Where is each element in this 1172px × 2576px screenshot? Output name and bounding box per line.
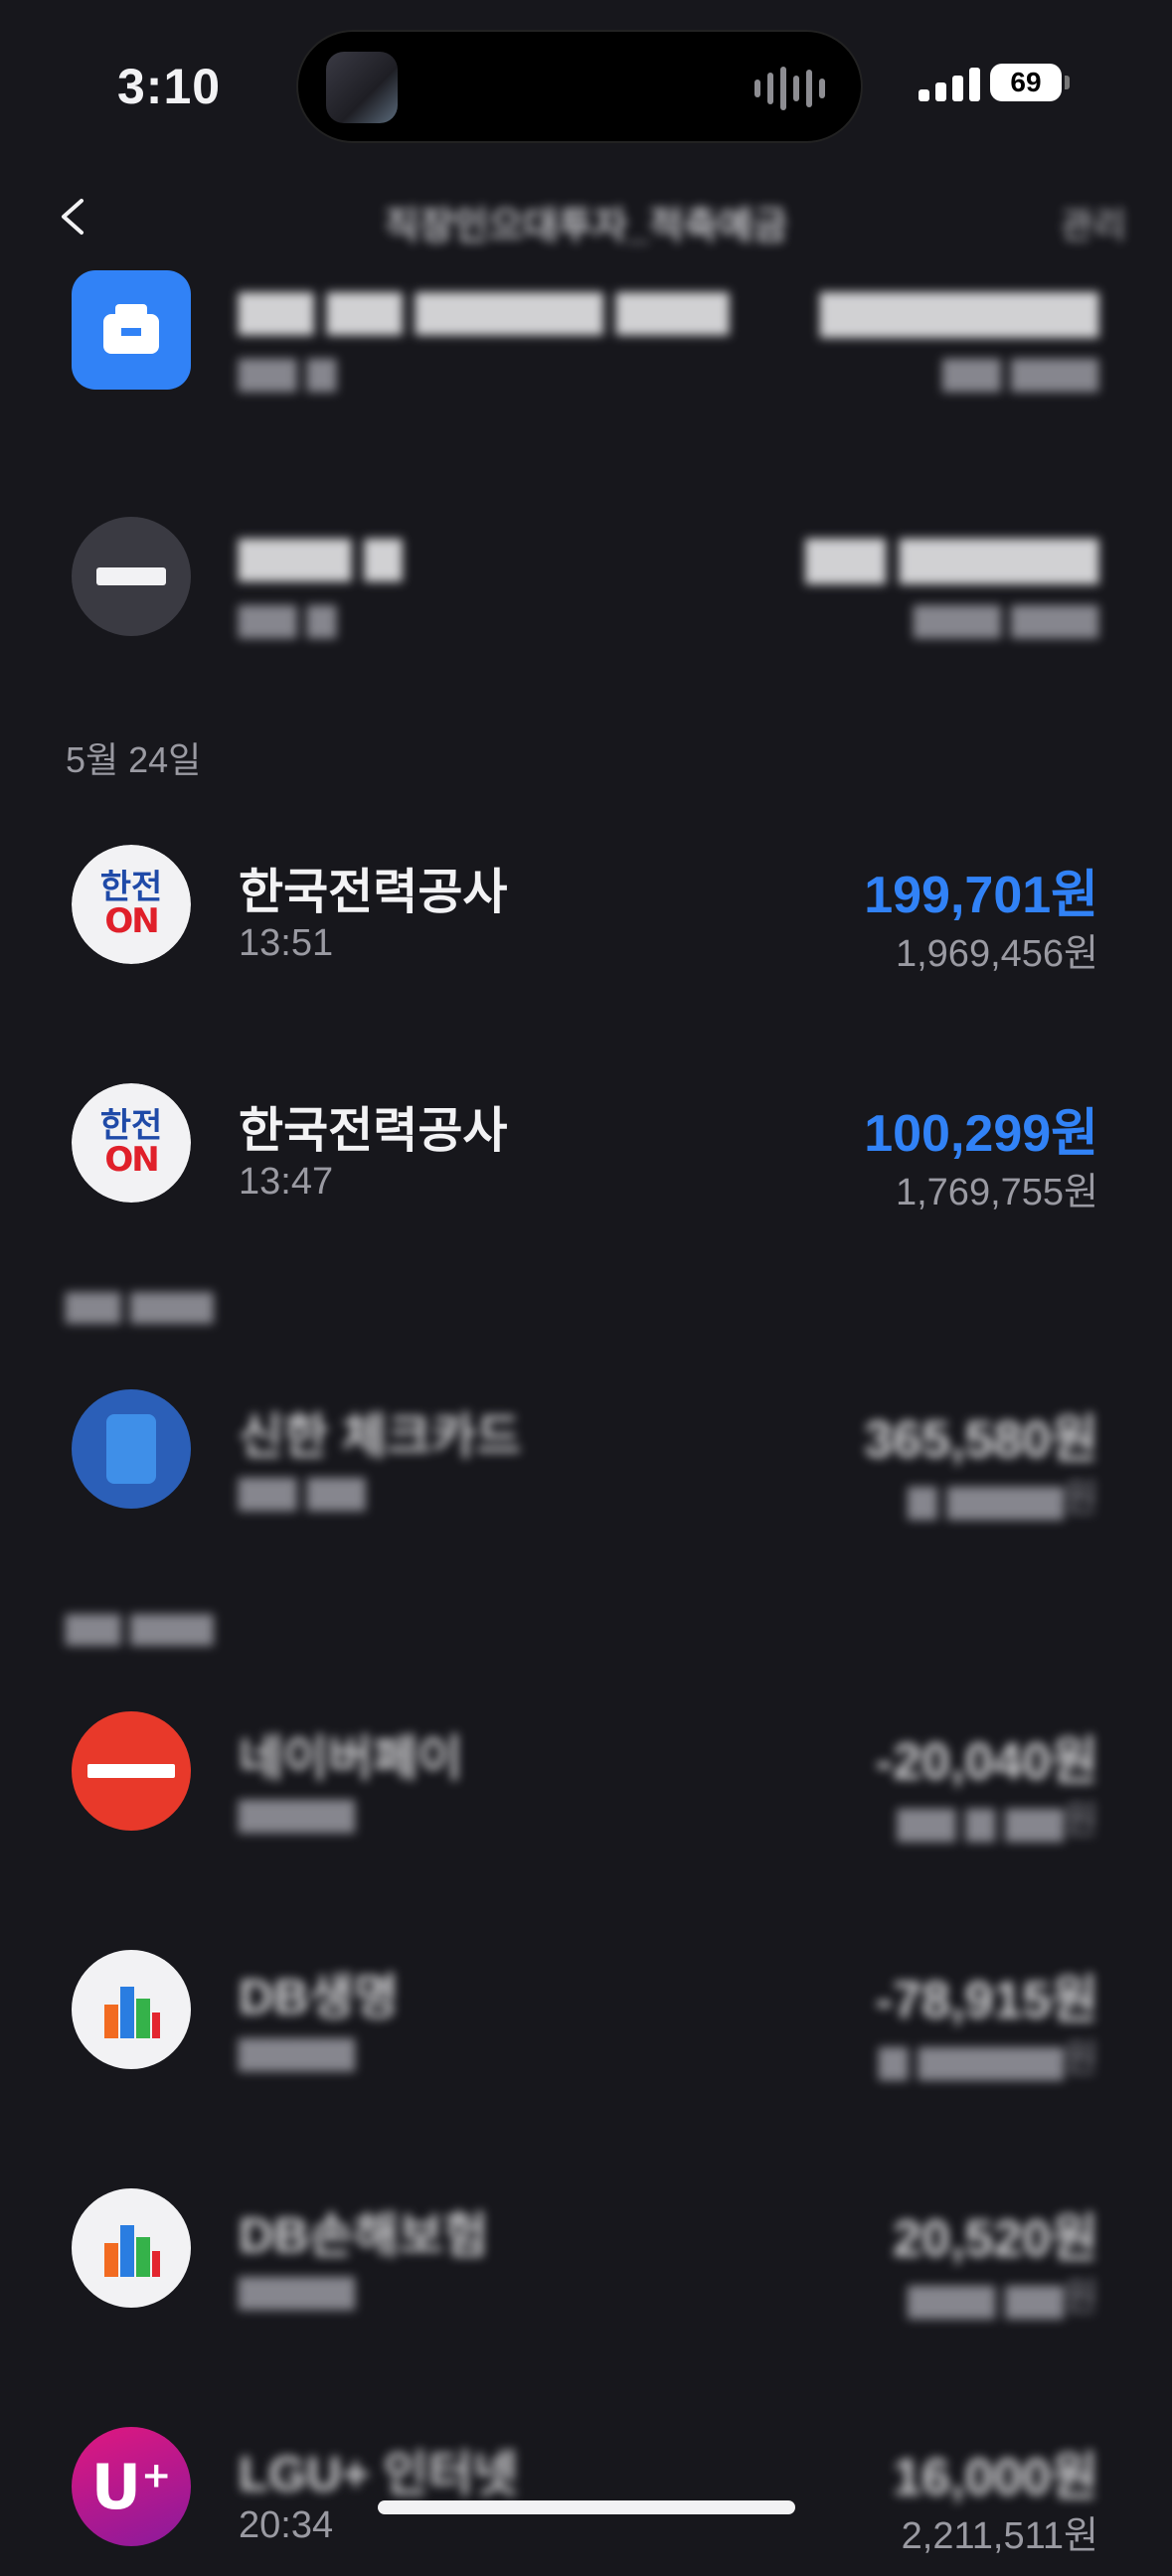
transaction-name: DB손해보험 (239, 2209, 489, 2263)
transaction-balance: ▆▆▆ ▆▆원 (908, 2277, 1098, 2319)
transaction-amount: 16,000원 (893, 2449, 1098, 2506)
transaction-balance: ▆▆ ▆▆▆ (942, 350, 1098, 392)
transaction-amount: 199,701원 (864, 867, 1098, 924)
transaction-balance: 1,969,456원 (895, 933, 1098, 975)
transaction-name: ▆▆ ▆▆ ▆▆▆▆▆ ▆▆▆ (239, 280, 730, 334)
red-logo-icon (72, 1711, 191, 1831)
transaction-time: 13:47 (239, 1161, 334, 1203)
home-indicator[interactable] (378, 2500, 795, 2514)
db-logo-icon (72, 1950, 191, 2069)
transaction-time: ▆▆▆▆ (239, 2029, 355, 2071)
dark-card-icon (72, 517, 191, 636)
transaction-amount: -20,040원 (875, 1733, 1098, 1791)
transaction-name: 네이버페이 (239, 1732, 463, 1786)
waveform-icon (754, 66, 825, 111)
transaction-amount: -78,915원 (875, 1972, 1098, 2029)
battery-nub (1065, 76, 1070, 89)
transaction-amount: ▆▆▆▆▆▆▆ (820, 279, 1098, 337)
date-header: 5월 24일 (66, 739, 202, 780)
nav-header: 직장인으대투자_적축예금 관리 (0, 177, 1172, 256)
transaction-row[interactable]: ▆▆▆ ▆ ▆▆ ▆ ▆▆ ▆▆▆▆▆ ▆▆▆ ▆▆▆ (0, 517, 1172, 666)
transaction-balance: 1,769,755원 (895, 1172, 1098, 1213)
date-header: ▆▆ ▆▆▆ (66, 1604, 214, 1645)
transaction-amount: 100,299원 (864, 1105, 1098, 1163)
transaction-balance: ▆ ▆▆▆▆▆원 (879, 2038, 1098, 2080)
transaction-name: DB생명 (239, 1971, 399, 2024)
wallet-icon (72, 270, 191, 390)
battery-icon: 69 (990, 64, 1062, 101)
kepco-logo: 한전 ON (72, 845, 191, 964)
transaction-row[interactable]: 신한 체크카드 ▆▆ ▆▆ 365,580원 ▆ ▆▆▆▆원 (0, 1389, 1172, 1538)
transaction-time: ▆▆ ▆▆ (239, 1469, 366, 1511)
transaction-balance: 2,211,511원 (901, 2515, 1098, 2557)
transaction-time: ▆▆ ▆ (239, 350, 337, 392)
transaction-amount: 365,580원 (864, 1411, 1098, 1469)
signal-icon (919, 68, 980, 101)
transaction-name: 한국전력공사 (239, 1104, 508, 1158)
kepco-logo: 한전 ON (72, 1083, 191, 1203)
transaction-balance: ▆▆▆ ▆▆▆ (914, 596, 1098, 638)
transaction-name: LGU+ 인터넷 (239, 2448, 518, 2501)
date-header: ▆▆ ▆▆▆ (66, 1282, 214, 1323)
db-logo-icon (72, 2188, 191, 2308)
uplus-logo-icon: U+ (72, 2427, 191, 2546)
dynamic-island[interactable] (296, 30, 863, 143)
page-title: 직장인으대투자_적축예금 (384, 206, 788, 247)
transaction-name: 한국전력공사 (239, 866, 508, 919)
transaction-time: 13:51 (239, 922, 334, 964)
transaction-balance: ▆ ▆▆▆▆원 (908, 1478, 1098, 1520)
transaction-name: ▆▆▆ ▆ (239, 527, 403, 580)
transaction-amount: ▆▆ ▆▆▆▆▆ (805, 526, 1098, 583)
transaction-row[interactable]: DB생명 ▆▆▆▆ -78,915원 ▆ ▆▆▆▆▆원 (0, 1950, 1172, 2099)
transaction-row[interactable]: DB손해보험 ▆▆▆▆ 20,520원 ▆▆▆ ▆▆원 (0, 2188, 1172, 2337)
transaction-time: ▆▆▆▆ (239, 1791, 355, 1833)
status-time: 3:10 (117, 59, 222, 114)
transaction-row[interactable]: ▆▆ ▆▆ ▆▆▆▆▆ ▆▆▆ ▆▆ ▆ ▆▆▆▆▆▆▆ ▆▆ ▆▆▆ (0, 270, 1172, 419)
transaction-time: 20:34 (239, 2504, 334, 2546)
transaction-row[interactable]: 한전 ON 한국전력공사 13:47 100,299원 1,769,755원 (0, 1083, 1172, 1232)
transaction-time: ▆▆ ▆ (239, 596, 337, 638)
transaction-row[interactable]: 네이버페이 ▆▆▆▆ -20,040원 ▆▆ ▆ ▆▆원 (0, 1711, 1172, 1860)
manage-button[interactable]: 관리 (1061, 197, 1126, 248)
now-playing-thumbnail (326, 52, 398, 123)
transaction-time: ▆▆▆▆ (239, 2268, 355, 2310)
transaction-name: 신한 체크카드 (239, 1410, 522, 1464)
transaction-balance: ▆▆ ▆ ▆▆원 (897, 1800, 1098, 1842)
card-icon (72, 1389, 191, 1509)
transaction-row[interactable]: 한전 ON 한국전력공사 13:51 199,701원 1,969,456원 (0, 845, 1172, 994)
status-bar: 3:10 69 (0, 0, 1172, 169)
transaction-amount: 20,520원 (893, 2210, 1098, 2268)
